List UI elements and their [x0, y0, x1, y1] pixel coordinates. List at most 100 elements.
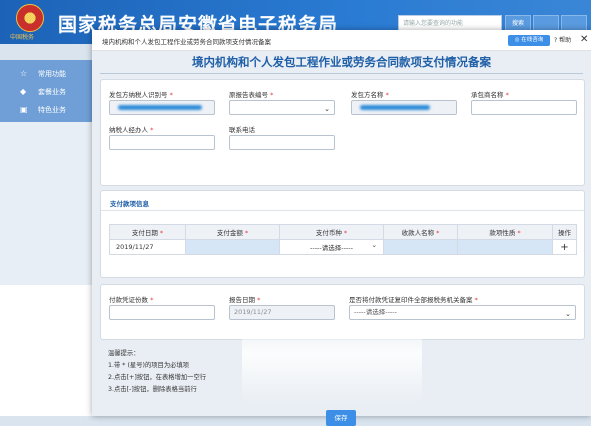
payer-name-field[interactable] [351, 100, 457, 115]
save-button[interactable]: 保存 [326, 410, 356, 426]
orig-form-no-label-text: 原报告表编号 [229, 91, 268, 99]
chevron-down-icon: ⌄ [371, 241, 377, 249]
voucher-count-input[interactable] [109, 305, 215, 320]
handler-label: 纳税人经办人 * [109, 124, 153, 134]
tips-line-2: 2.点击[+]按钮，在表格增加一空行 [108, 374, 207, 381]
required-mark: * [244, 229, 249, 237]
required-mark: * [343, 229, 348, 237]
required-mark: * [517, 229, 521, 237]
col-header-text: 支付日期 [131, 229, 158, 237]
chat-icon: ◎ [514, 37, 520, 43]
sidebar-item-label: 特色业务 [38, 106, 66, 114]
required-mark: * [436, 229, 440, 237]
loading-overlay [242, 320, 422, 404]
dialog-title: 境内机构和个人发包工程作业或劳务合同款项支付情况备案 [102, 38, 271, 46]
tips-line-1: 1.带 * (星号)的项目为必填项 [108, 362, 190, 369]
star-icon: ☆ [20, 69, 28, 78]
col-header-pay-date: 支付日期 * [109, 224, 186, 240]
required-mark: * [150, 126, 154, 134]
phone-label-text: 联系电话 [229, 126, 255, 134]
add-row-button[interactable]: + [552, 239, 577, 255]
col-header-text: 支付币种 [315, 229, 342, 237]
phone-input[interactable] [229, 135, 335, 150]
col-header-payee: 收款人名称 * [383, 224, 458, 240]
grid-icon: ▣ [20, 105, 28, 114]
payer-taxid-field[interactable] [109, 100, 215, 115]
online-consult-button[interactable]: ◎ 在线咨询 [508, 35, 550, 46]
filing-dialog: 境内机构和个人发包工程作业或劳务合同款项支付情况备案 ◎ 在线咨询 ? 帮助 ✕… [92, 30, 591, 426]
dialog-titlebar: 境内机构和个人发包工程作业或劳务合同款项支付情况备案 ◎ 在线咨询 ? 帮助 ✕ [92, 30, 591, 51]
emblem-caption: 中国税务 [10, 34, 35, 41]
col-header-operation: 操作 [552, 224, 577, 240]
redacted-value [118, 105, 202, 110]
chevron-down-icon: ⌄ [324, 105, 330, 113]
payment-info-panel: 支付款项信息 支付日期 * 支付金额 * 支付币种 * 收款人名称 * 款项性质… [100, 190, 585, 278]
contractor-label: 承包商名称 * [471, 89, 509, 99]
basic-info-panel: 发包方纳税人识别号 * 原报告表编号 * ⌄ 发包方名称 * 承包商名称 * 纳… [100, 79, 585, 186]
filed-select[interactable]: -----请选择----- ⌄ [349, 305, 576, 320]
sidebar-item-package[interactable]: ◆ 套餐业务 [0, 84, 92, 100]
pay-date-cell[interactable]: 2019/11/27 [109, 239, 186, 255]
section-divider [101, 210, 584, 211]
filed-label-text: 是否将付款凭证复印件全部报税务机关备案 [349, 296, 473, 304]
portal-search-input[interactable]: 请输入您要查询的功能 [398, 15, 502, 31]
col-header-text: 支付金额 [216, 229, 243, 237]
nature-cell[interactable] [457, 239, 553, 255]
dialog-content: 境内机构和个人发包工程作业或劳务合同款项支付情况备案 发包方纳税人识别号 * 原… [92, 51, 591, 426]
report-date-field[interactable]: 2019/11/27 [229, 305, 335, 320]
col-header-text: 款项性质 [489, 229, 516, 237]
currency-select-value: -----请选择----- [310, 244, 353, 252]
sidebar-menu: ☆ 常用功能 ◆ 套餐业务 ▣ 特色业务 [0, 60, 92, 122]
chevron-down-icon: ⌄ [565, 310, 571, 318]
tips-block: 温馨提示： 1.带 * (星号)的项目为必填项 2.点击[+]按钮，在表格增加一… [108, 348, 206, 396]
voucher-count-label: 付款凭证份数 * [109, 294, 153, 304]
report-date-label: 报告日期 * [229, 294, 260, 304]
col-header-nature: 款项性质 * [457, 224, 553, 240]
required-mark: * [270, 91, 274, 99]
required-mark: * [505, 91, 509, 99]
form-heading: 境内机构和个人发包工程作业或劳务合同款项支付情况备案 [192, 55, 491, 69]
handler-label-text: 纳税人经办人 [109, 126, 148, 134]
help-label: 帮助 [559, 37, 572, 44]
help-button[interactable]: ? 帮助 [554, 35, 576, 46]
close-icon[interactable]: ✕ [580, 34, 590, 46]
payee-cell[interactable] [383, 239, 458, 255]
diamond-icon: ◆ [20, 87, 27, 96]
phone-label: 联系电话 [229, 124, 255, 134]
amount-cell[interactable] [185, 239, 280, 255]
sidebar-item-common[interactable]: ☆ 常用功能 [0, 66, 92, 82]
payer-name-label: 发包方名称 * [351, 89, 389, 99]
redacted-value [360, 105, 430, 110]
sidebar-item-label: 套餐业务 [38, 88, 66, 96]
payer-taxid-label: 发包方纳税人识别号 * [109, 89, 173, 99]
tips-title: 温馨提示： [108, 350, 140, 357]
tips-line-3: 3.点击[-]按钮，删除表格当前行 [108, 386, 197, 393]
contractor-name-input[interactable] [471, 100, 577, 115]
required-mark: * [474, 296, 478, 304]
online-consult-label: 在线咨询 [521, 37, 544, 43]
payer-name-label-text: 发包方名称 [351, 91, 384, 99]
tax-emblem-logo [16, 4, 44, 32]
required-mark: * [159, 229, 164, 237]
required-mark: * [169, 91, 173, 99]
col-header-text: 收款人名称 [401, 229, 435, 237]
voucher-count-label-text: 付款凭证份数 [109, 296, 148, 304]
filed-label: 是否将付款凭证复印件全部报税务机关备案 * [349, 294, 478, 304]
sidebar-item-special[interactable]: ▣ 特色业务 [0, 102, 92, 118]
contractor-label-text: 承包商名称 [471, 91, 504, 99]
required-mark: * [257, 296, 261, 304]
payer-taxid-label-text: 发包方纳税人识别号 [109, 91, 168, 99]
col-header-currency: 支付币种 * [279, 224, 384, 240]
payment-table: 支付日期 * 支付金额 * 支付币种 * 收款人名称 * 款项性质 * 操作 2… [109, 224, 577, 255]
currency-select[interactable]: -----请选择----- ⌄ [279, 239, 384, 255]
required-mark: * [150, 296, 154, 304]
orig-form-no-label: 原报告表编号 * [229, 89, 273, 99]
sidebar-item-label: 常用功能 [38, 70, 66, 78]
orig-form-no-select[interactable]: ⌄ [229, 100, 335, 115]
heading-divider [100, 73, 583, 74]
required-mark: * [385, 91, 389, 99]
table-row: 2019/11/27 -----请选择----- ⌄ + [109, 239, 577, 255]
sidebar-blank-area [0, 285, 92, 416]
handler-input[interactable] [109, 135, 215, 150]
filed-select-value: -----请选择----- [354, 308, 397, 316]
